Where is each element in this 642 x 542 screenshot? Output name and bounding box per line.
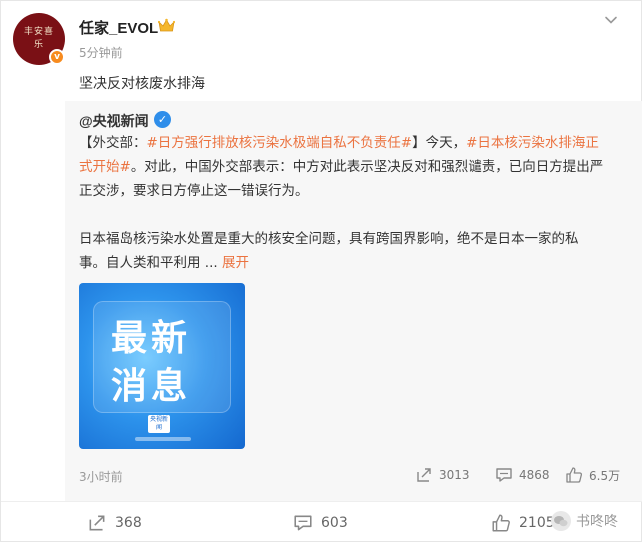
text-segment: 事。自人类和平利用 ... bbox=[79, 255, 222, 271]
username[interactable]: 任家_EVOL bbox=[79, 17, 158, 38]
watermark: 书咚咚 bbox=[550, 510, 618, 532]
repost-author[interactable]: @央视新闻 bbox=[79, 111, 149, 131]
cctv-news-logo: 央视新闻 bbox=[148, 415, 170, 433]
hashtag-link[interactable]: 式开始# bbox=[79, 159, 131, 175]
crown-icon bbox=[158, 18, 175, 32]
text-line: 式开始#。对此，中国外交部表示：中方对此表示坚决反对和强烈谴责，已向日方提出严 bbox=[79, 155, 627, 179]
verified-blue-icon: ✓ bbox=[154, 111, 171, 128]
news-image-title-2: 消息 bbox=[111, 366, 192, 407]
verified-badge-icon: v bbox=[49, 49, 65, 65]
hashtag-link[interactable]: #日方强行排放核污染水极端自私不负责任# bbox=[147, 135, 413, 151]
repost-time: 3小时前 bbox=[79, 470, 123, 484]
text-segment: 】今天， bbox=[412, 135, 467, 151]
share-count: 3013 bbox=[439, 468, 470, 482]
share-count: 368 bbox=[115, 515, 142, 531]
comment-icon bbox=[294, 515, 312, 531]
comment-count: 4868 bbox=[519, 468, 550, 482]
post-time: 5分钟前 bbox=[79, 46, 123, 60]
news-image-title-1: 最新 bbox=[111, 318, 192, 359]
text-line: 【外交部：#日方强行排放核污染水极端自私不负责任#】今天，#日本核污染水排海正 bbox=[79, 131, 627, 155]
share-button[interactable]: 368 bbox=[87, 513, 142, 533]
post-text: 坚决反对核废水排海 bbox=[79, 76, 205, 92]
like-count: 6.5万 bbox=[589, 468, 621, 483]
comment-button[interactable]: 603 bbox=[293, 513, 348, 533]
weibo-post-card: 丰安喜乐 v 任家_EVOL 5分钟前 坚决反对核废水排海 @央视新闻 ✓ 【外… bbox=[0, 0, 642, 542]
text-line: 正交涉，要求日方停止这一错误行为。 bbox=[79, 183, 309, 199]
text-segment: 。对此，中国外交部表示：中方对此表示坚决反对和强烈谴责，已向日方提出严 bbox=[130, 159, 604, 175]
text-line: 日本福岛核污染水处置是重大的核安全问题，具有跨国界影响，绝不是日本一家的私 bbox=[79, 231, 579, 247]
avatar-text: 丰安喜乐 bbox=[23, 27, 54, 50]
share-icon bbox=[417, 468, 431, 482]
thumbs-up-icon bbox=[492, 514, 510, 532]
repost-paragraph-2: 日本福岛核污染水处置是重大的核安全问题，具有跨国界影响，绝不是日本一家的私 事。… bbox=[79, 227, 627, 275]
like-button[interactable]: 2105 bbox=[491, 513, 555, 533]
text-segment: 【外交部： bbox=[79, 135, 147, 151]
expand-link[interactable]: 展开 bbox=[222, 255, 249, 271]
share-icon bbox=[89, 515, 105, 531]
repost-like-button[interactable]: 6.5万 bbox=[565, 466, 620, 484]
repost-paragraph-1: 【外交部：#日方强行排放核污染水极端自私不负责任#】今天，#日本核污染水排海正 … bbox=[79, 131, 627, 203]
news-image-footer bbox=[135, 437, 191, 441]
action-bar: 368 603 2105 书咚咚 bbox=[1, 501, 642, 542]
repost-comment-button[interactable]: 4868 bbox=[495, 466, 550, 484]
watermark-text: 书咚咚 bbox=[576, 514, 618, 530]
comment-count: 603 bbox=[321, 515, 348, 531]
comment-icon bbox=[496, 468, 512, 482]
repost-share-button[interactable]: 3013 bbox=[415, 466, 470, 484]
repost-block[interactable]: @央视新闻 ✓ 【外交部：#日方强行排放核污染水极端自私不负责任#】今天，#日本… bbox=[65, 101, 642, 501]
text-line: 事。自人类和平利用 ... 展开 bbox=[79, 251, 627, 275]
hashtag-link[interactable]: #日本核污染水排海正 bbox=[466, 135, 599, 151]
thumbs-up-icon bbox=[566, 467, 583, 483]
news-image[interactable]: 最新 消息 央视新闻 bbox=[79, 283, 245, 449]
chevron-down-icon[interactable] bbox=[604, 13, 618, 27]
wechat-icon bbox=[551, 511, 571, 531]
